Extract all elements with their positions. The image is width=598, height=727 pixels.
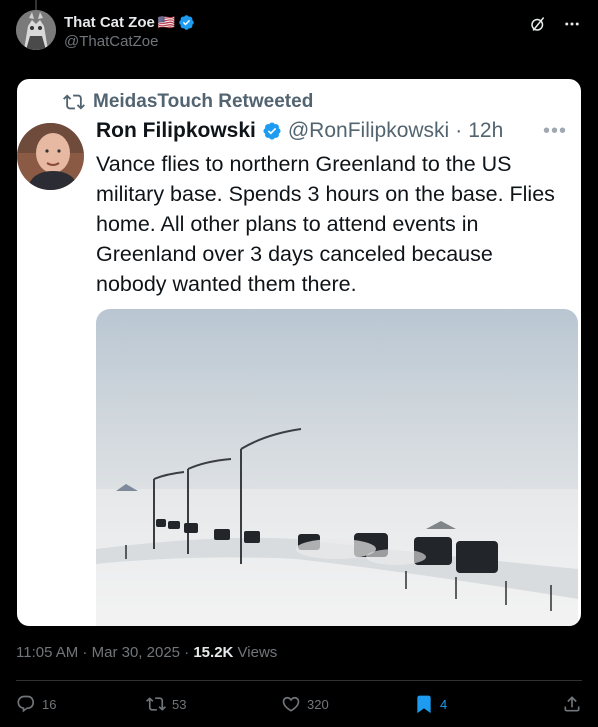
- bookmark-icon: [417, 695, 431, 714]
- repost-icon: [63, 94, 85, 110]
- quoted-avatar: [17, 123, 84, 190]
- like-button[interactable]: 320: [281, 694, 414, 714]
- reply-button[interactable]: 16: [16, 694, 146, 714]
- like-icon: [282, 696, 300, 712]
- divider: [16, 680, 582, 681]
- verified-badge-icon: [179, 14, 195, 30]
- quoted-separator: ·: [455, 119, 463, 142]
- quoted-text: Vance flies to northern Greenland to the…: [96, 152, 555, 296]
- action-bar: 16 53 320 4: [16, 690, 582, 718]
- like-count: 320: [307, 696, 329, 712]
- meta-separator: ·: [78, 644, 92, 661]
- verified-badge-icon: [263, 122, 281, 140]
- reply-count: 16: [42, 696, 57, 712]
- more-icon[interactable]: [562, 14, 582, 34]
- meta-separator: ·: [180, 644, 194, 661]
- share-icon: [564, 696, 580, 712]
- tweet-header: That Cat Zoe 🇺🇸 @ThatCatZoe: [16, 10, 582, 54]
- quoted-name: Ron Filipkowski: [96, 119, 256, 142]
- grok-icon[interactable]: [528, 14, 548, 34]
- views-label: Views: [233, 644, 278, 661]
- retweet-label: MeidasTouch Retweeted: [93, 91, 314, 112]
- quoted-handle: @RonFilipkowski: [287, 119, 450, 142]
- repost-icon: [146, 697, 166, 711]
- bookmark-button[interactable]: 4: [414, 694, 546, 714]
- more-icon: •••: [542, 119, 567, 142]
- repost-button[interactable]: 53: [146, 694, 281, 714]
- avatar[interactable]: [16, 10, 56, 50]
- retweet-context: MeidasTouch Retweeted: [63, 91, 313, 113]
- share-button[interactable]: [562, 694, 582, 714]
- greenland-road-photo: [96, 309, 578, 626]
- quoted-header: Ron Filipkowski @RonFilipkowski · 12h ••…: [96, 119, 567, 143]
- us-flag-emoji: 🇺🇸: [157, 13, 176, 30]
- user-handle[interactable]: @ThatCatZoe: [64, 32, 195, 52]
- quoted-time: 12h: [468, 119, 504, 142]
- reply-icon: [17, 695, 35, 713]
- bookmark-count: 4: [440, 696, 448, 712]
- thread-connector: [35, 0, 37, 10]
- post-time[interactable]: 11:05 AM: [16, 644, 78, 661]
- embedded-screenshot[interactable]: MeidasTouch Retweeted Ron Filipkowski @R…: [17, 79, 581, 626]
- display-name[interactable]: That Cat Zoe: [64, 14, 155, 31]
- repost-count: 53: [172, 696, 187, 712]
- tweet-meta: 11:05 AM · Mar 30, 2025 · 15.2K Views: [16, 644, 277, 661]
- post-date[interactable]: Mar 30, 2025: [92, 644, 180, 661]
- views-count: 15.2K: [193, 644, 234, 661]
